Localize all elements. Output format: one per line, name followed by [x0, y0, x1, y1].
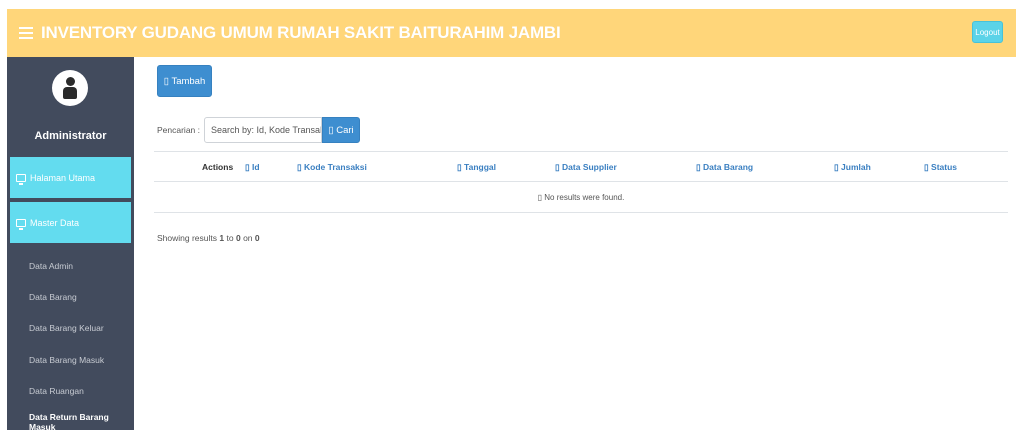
search-input[interactable] [204, 117, 322, 143]
submenu-item-data-barang[interactable]: Data Barang [7, 281, 134, 312]
user-panel: Administrator [7, 57, 134, 154]
search-label: Pencarian : [157, 125, 200, 135]
summary-to: 0 [235, 233, 241, 243]
column-header-data-barang[interactable]: ▯ Data Barang [696, 162, 753, 173]
sidebar-item-label: Master Data [30, 217, 80, 228]
column-header-actions: Actions [202, 162, 234, 172]
main-content: ▯ Tambah Pencarian : ▯ Cari Actions ▯ Id… [134, 57, 1016, 430]
sidebar-item-label: Halaman Utama [30, 172, 96, 183]
column-header-jumlah[interactable]: ▯ Jumlah [834, 162, 871, 173]
tambah-button[interactable]: ▯ Tambah [157, 65, 212, 97]
empty-results-message: ▯ No results were found. [154, 182, 1008, 213]
data-table: Actions ▯ Id ▯ Kode Transaksi ▯ Tanggal … [154, 151, 1008, 213]
column-header-tanggal[interactable]: ▯ Tanggal [457, 162, 496, 173]
column-header-id[interactable]: ▯ Id [245, 162, 260, 173]
column-header-data-supplier[interactable]: ▯ Data Supplier [555, 162, 617, 173]
summary-from: 1 [219, 233, 225, 243]
app-title: INVENTORY GUDANG UMUM RUMAH SAKIT BAITUR… [41, 23, 561, 42]
submenu-item-data-barang-masuk[interactable]: Data Barang Masuk [7, 344, 134, 375]
monitor-icon [16, 218, 26, 230]
results-summary: Showing results 1 to 0 on 0 [157, 233, 260, 243]
user-name: Administrator [34, 130, 107, 142]
submenu-item-data-barang-keluar[interactable]: Data Barang Keluar [7, 313, 134, 344]
top-header: INVENTORY GUDANG UMUM RUMAH SAKIT BAITUR… [7, 9, 1016, 57]
submenu-item-data-ruangan[interactable]: Data Ruangan [7, 375, 134, 406]
table-header: Actions ▯ Id ▯ Kode Transaksi ▯ Tanggal … [154, 151, 1008, 182]
summary-on-word: on [243, 233, 253, 243]
logout-button[interactable]: Logout [972, 21, 1003, 43]
hamburger-menu-icon[interactable] [19, 27, 33, 39]
sidebar-item-master-data[interactable]: Master Data [10, 202, 131, 243]
column-header-status[interactable]: ▯ Status [924, 162, 957, 173]
master-data-submenu: Data Admin Data Barang Data Barang Kelua… [7, 250, 134, 430]
summary-prefix: Showing results [157, 233, 218, 243]
summary-total: 0 [254, 233, 260, 243]
user-avatar-icon [52, 70, 88, 106]
monitor-icon [16, 173, 26, 185]
app-frame: INVENTORY GUDANG UMUM RUMAH SAKIT BAITUR… [7, 9, 1016, 430]
column-header-kode-transaksi[interactable]: ▯ Kode Transaksi [297, 162, 367, 173]
submenu-item-data-return-barang-masuk[interactable]: Data Return Barang Masuk [7, 406, 134, 430]
search-form: Pencarian : ▯ Cari [157, 117, 360, 143]
sidebar: Administrator Halaman Utama Master Data … [7, 57, 134, 430]
submenu-item-data-admin[interactable]: Data Admin [7, 250, 134, 281]
cari-button[interactable]: ▯ Cari [322, 117, 360, 143]
summary-to-word: to [226, 233, 234, 243]
sidebar-item-halaman-utama[interactable]: Halaman Utama [10, 157, 131, 198]
